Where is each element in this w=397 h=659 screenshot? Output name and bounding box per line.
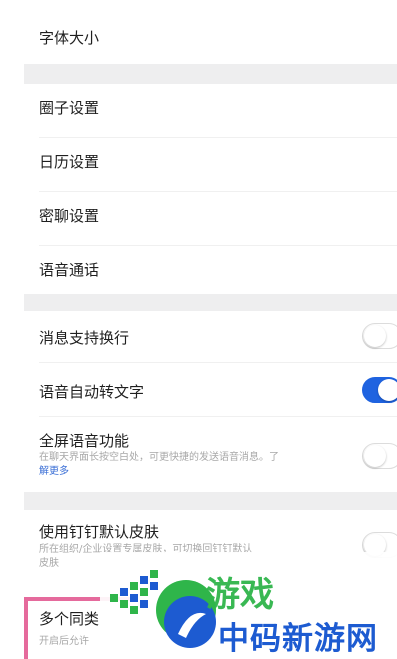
- row-voice-call[interactable]: 语音通话: [0, 246, 397, 294]
- row-message-wrap: 消息支持换行: [0, 311, 397, 363]
- row-font-size[interactable]: 字体大小: [0, 0, 397, 64]
- settings-screen: 字体大小 圈子设置 日历设置 密聊设置 语音通话 消息支持换行 语音自动转文字 …: [0, 0, 397, 659]
- message-wrap-toggle[interactable]: [362, 323, 397, 349]
- voice-call-label: 语音通话: [39, 261, 100, 279]
- voice-to-text-toggle[interactable]: [362, 377, 397, 403]
- row-voice-to-text: 语音自动转文字: [0, 363, 397, 417]
- row-fullscreen-voice: 全屏语音功能 在聊天界面长按空白处，可更快捷的发送语音消息。了 解更多: [0, 417, 397, 492]
- message-wrap-label: 消息支持换行: [39, 329, 130, 347]
- voice-to-text-label: 语音自动转文字: [39, 383, 145, 401]
- toggle-knob: [364, 325, 386, 347]
- row-circle-settings[interactable]: 圈子设置: [0, 84, 397, 138]
- section-separator: [24, 294, 397, 311]
- secret-chat-settings-label: 密聊设置: [39, 207, 100, 225]
- fullscreen-voice-desc-text: 在聊天界面长按空白处，可更快捷的发送语音消息。了: [39, 452, 279, 463]
- circle-settings-label: 圈子设置: [39, 99, 100, 117]
- calendar-settings-label: 日历设置: [39, 153, 100, 171]
- learn-more-link[interactable]: 解更多: [39, 466, 69, 477]
- fullscreen-voice-label: 全屏语音功能: [39, 432, 130, 450]
- default-skin-label: 使用钉钉默认皮肤: [39, 523, 160, 541]
- section-separator: [24, 64, 397, 84]
- multi-sync-label: 多个同类: [39, 610, 100, 628]
- default-skin-desc-text-2: 皮肤: [39, 558, 59, 569]
- fullscreen-voice-toggle[interactable]: [362, 443, 397, 469]
- multi-sync-description: 开启后允许: [39, 636, 89, 647]
- fullscreen-voice-description: 在聊天界面长按空白处，可更快捷的发送语音消息。了 解更多: [39, 451, 351, 479]
- row-secret-chat-settings[interactable]: 密聊设置: [0, 192, 397, 246]
- watermark-site-name: 中码新游网: [218, 621, 378, 657]
- section-separator: [24, 492, 397, 510]
- toggle-knob: [364, 445, 386, 467]
- row-calendar-settings[interactable]: 日历设置: [0, 138, 397, 192]
- watermark-green-text: 游戏: [206, 575, 274, 615]
- toggle-knob: [378, 379, 397, 401]
- font-size-label: 字体大小: [39, 29, 100, 47]
